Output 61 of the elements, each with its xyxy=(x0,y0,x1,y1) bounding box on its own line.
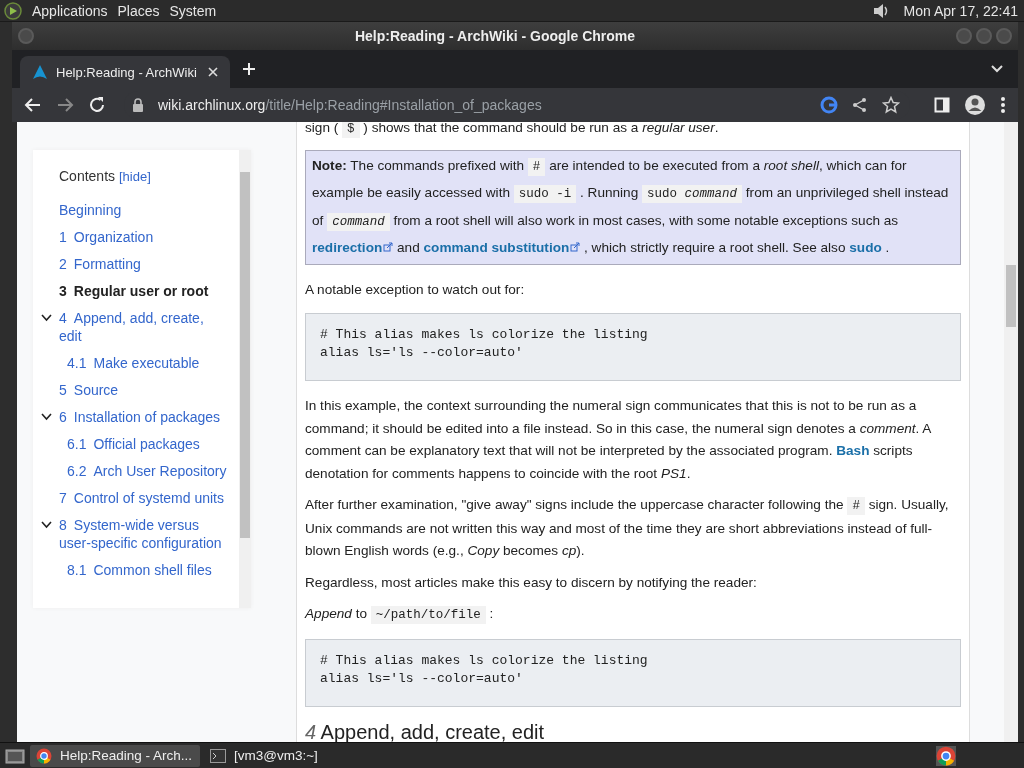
google-icon[interactable] xyxy=(820,96,838,115)
code-block: # This alias makes ls colorize the listing alias ls='ls --color=auto' xyxy=(305,638,961,707)
toc-link[interactable]: 5 Source xyxy=(59,381,227,400)
toc-link[interactable]: Beginning xyxy=(59,201,227,220)
arch-logo-icon xyxy=(32,64,48,81)
star-icon[interactable] xyxy=(882,96,900,115)
taskbar-button[interactable]: Help:Reading - Arch... xyxy=(30,744,200,767)
window-title: Help:Reading - ArchWiki - Google Chrome xyxy=(353,28,637,45)
clock[interactable]: Mon Apr 17, 22:41 xyxy=(903,2,1018,19)
toc-link[interactable]: 6 Installation of packages xyxy=(59,408,227,427)
external-link-icon xyxy=(383,242,394,253)
panel-menu[interactable]: Places xyxy=(117,2,160,19)
chevron-down-icon[interactable] xyxy=(41,413,52,422)
code-block: # This alias makes ls colorize the listing alias ls='ls --color=auto' xyxy=(305,313,961,382)
paragraph: A notable exception to watch out for: xyxy=(305,280,526,299)
close-icon[interactable] xyxy=(208,67,218,78)
toc-link[interactable]: 1 Organization xyxy=(59,228,227,247)
toc-link[interactable]: 8 System-wide versus user-specific configuration xyxy=(59,516,227,553)
external-link-icon xyxy=(570,242,581,253)
wiki-link[interactable]: sudo xyxy=(849,240,882,256)
page-scrollbar[interactable] xyxy=(1004,122,1018,743)
panel-menu[interactable]: Applications xyxy=(32,2,108,19)
paragraph: Regardless, most articles make this easy to discern by notifying the reader: xyxy=(305,573,758,592)
paragraph: After further examination, "give away" signs include the uppercase character following the # sign. Usually, Unix commands are not written this way and most of the time they are short abbreviations instead of full-blown English words (e.g., Copy becomes cp). xyxy=(305,496,950,561)
browser-tab[interactable]: Help:Reading - ArchWiki xyxy=(20,56,230,89)
chevron-down-icon[interactable] xyxy=(41,314,52,323)
external-link[interactable]: redirection xyxy=(312,240,394,256)
external-link[interactable]: command substitution xyxy=(423,240,581,256)
lock-icon xyxy=(132,98,144,113)
new-tab-icon[interactable] xyxy=(242,62,256,77)
distro-logo-icon[interactable] xyxy=(4,1,22,20)
paragraph: Append to ~/path/to/file : xyxy=(305,605,495,627)
side-panel-icon[interactable] xyxy=(934,97,950,114)
browser-icon[interactable] xyxy=(936,745,956,766)
toc-link[interactable]: 3 Regular user or root xyxy=(59,282,227,301)
toc-link[interactable]: 8.1 Common shell files xyxy=(67,561,227,580)
note-box: Note: The commands prefixed with # are intended to be executed from a root shell, which can for example be easily accessed with sudo -i . Running sudo command from an unprivileged shell instead of command from a root shell will also work in most cases, with some notable exceptions such as redirection and command substitution , which strictly require a root shell. See also sudo . xyxy=(305,149,961,265)
hide-link[interactable]: [hide] xyxy=(118,169,151,185)
share-icon[interactable] xyxy=(852,97,868,114)
section-heading: 4 Append, add, create, edit xyxy=(305,720,546,743)
reload-icon[interactable] xyxy=(88,96,106,115)
chevron-down-icon[interactable] xyxy=(41,521,52,530)
terminal-icon xyxy=(210,748,226,763)
url-text: wiki.archlinux.org/title/Help:Reading#Installation_of_packages xyxy=(158,97,542,114)
toc-link[interactable]: 4.1 Make executable xyxy=(67,354,227,373)
menu-icon[interactable] xyxy=(1000,96,1006,115)
toc-link[interactable]: 7 Control of systemd units xyxy=(59,489,227,508)
paragraph: sign ( $ ) shows that the command should be run as a regular user. xyxy=(305,122,720,141)
toc-scrollbar[interactable] xyxy=(239,150,251,609)
wiki-link[interactable]: Bash xyxy=(836,443,870,459)
browser-icon xyxy=(36,747,52,764)
paragraph: In this example, the context surrounding the numeral sign communicates that this is not to be run as a command; it should be edited into a file instead. So in this case, the numeral sign denotes a comment. A comment can be explanatory text that will not be interpreted by the associated program. Bash scripts denotation for comments happens to coincide with the root PS1. xyxy=(305,397,932,483)
toc-title: Contents xyxy=(59,168,116,185)
profile-icon[interactable] xyxy=(964,94,986,117)
toc-link[interactable]: 2 Formatting xyxy=(59,255,227,274)
taskbar-button[interactable]: [vm3@vm3:~] xyxy=(204,744,374,767)
panel-menu[interactable]: System xyxy=(169,2,217,19)
toc-link[interactable]: 6.2 Arch User Repository xyxy=(67,462,227,481)
chevron-down-icon[interactable] xyxy=(990,64,1004,75)
toc-link[interactable]: 6.1 Official packages xyxy=(67,435,227,454)
toc-link[interactable]: 4 Append, add, create, edit xyxy=(59,309,227,346)
